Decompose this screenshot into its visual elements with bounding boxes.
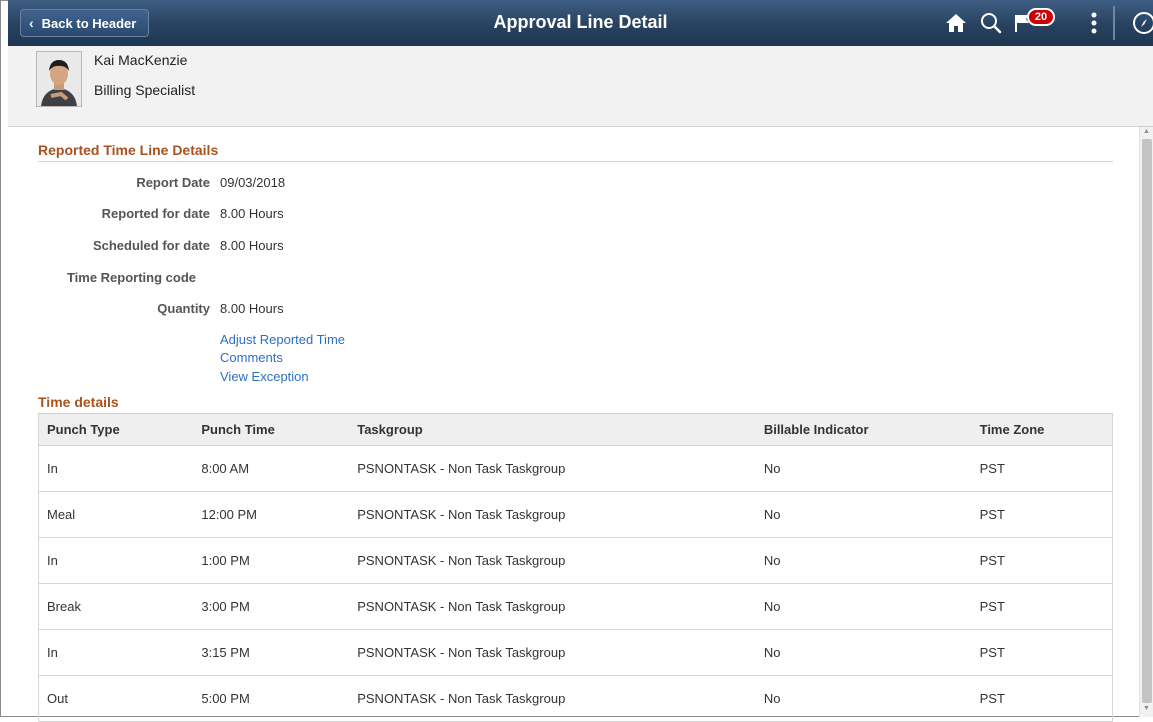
cell-billable-indicator: No bbox=[755, 629, 972, 676]
scheduled-for-date-value: 8.00 Hours bbox=[220, 238, 284, 253]
cell-time-zone: PST bbox=[971, 537, 1113, 584]
more-vertical-icon bbox=[1091, 12, 1097, 34]
cell-taskgroup: PSNONTASK - Non Task Taskgroup bbox=[349, 491, 756, 538]
column-header-time-zone[interactable]: Time Zone bbox=[971, 413, 1113, 446]
cell-time-zone: PST bbox=[971, 491, 1113, 538]
chevron-left-icon: ‹ bbox=[29, 15, 34, 31]
time-details-table: Punch Type Punch Time Taskgroup Billable… bbox=[38, 413, 1113, 722]
cell-billable-indicator: No bbox=[755, 537, 972, 584]
employee-name: Kai MacKenzie bbox=[94, 52, 188, 68]
reported-time-section-title: Reported Time Line Details bbox=[38, 142, 219, 158]
cell-punch-type: In bbox=[38, 629, 194, 676]
header-divider bbox=[1113, 6, 1115, 40]
view-exception-link[interactable]: View Exception bbox=[220, 369, 309, 384]
table-row: In 3:15 PM PSNONTASK - Non Task Taskgrou… bbox=[38, 629, 1113, 676]
header-bar: ‹ Back to Header Approval Line Detail 20 bbox=[8, 0, 1153, 47]
cell-billable-indicator: No bbox=[755, 445, 972, 492]
cell-punch-time: 3:15 PM bbox=[193, 629, 350, 676]
notification-count-badge: 20 bbox=[1027, 8, 1055, 26]
table-row: Break 3:00 PM PSNONTASK - Non Task Taskg… bbox=[38, 583, 1113, 630]
home-icon bbox=[946, 14, 966, 32]
cell-punch-time: 8:00 AM bbox=[193, 445, 350, 492]
search-icon bbox=[981, 13, 1002, 34]
cell-punch-type: In bbox=[38, 537, 194, 584]
column-header-billable-indicator[interactable]: Billable Indicator bbox=[755, 413, 972, 446]
back-to-header-button[interactable]: ‹ Back to Header bbox=[20, 9, 150, 37]
cell-punch-type: In bbox=[38, 445, 194, 492]
employee-info-bar: Kai MacKenzie Billing Specialist bbox=[8, 46, 1153, 127]
cell-taskgroup: PSNONTASK - Non Task Taskgroup bbox=[349, 675, 756, 722]
table-row: Meal 12:00 PM PSNONTASK - Non Task Taskg… bbox=[38, 491, 1113, 538]
reported-for-date-label: Reported for date bbox=[101, 206, 210, 221]
table-row: Out 5:00 PM PSNONTASK - Non Task Taskgro… bbox=[38, 675, 1113, 722]
search-button[interactable] bbox=[978, 10, 1004, 36]
comments-link[interactable]: Comments bbox=[220, 350, 283, 365]
scroll-up-arrow-icon[interactable]: ▲ bbox=[1143, 128, 1150, 135]
column-header-taskgroup[interactable]: Taskgroup bbox=[349, 413, 756, 446]
report-date-value: 09/03/2018 bbox=[220, 175, 286, 190]
cell-punch-time: 1:00 PM bbox=[193, 537, 350, 584]
table-header-row: Punch Type Punch Time Taskgroup Billable… bbox=[38, 413, 1113, 446]
cell-billable-indicator: No bbox=[755, 491, 972, 538]
cell-punch-type: Break bbox=[38, 583, 194, 630]
home-button[interactable] bbox=[943, 10, 969, 36]
cell-taskgroup: PSNONTASK - Non Task Taskgroup bbox=[349, 445, 756, 492]
time-reporting-code-label: Time Reporting code bbox=[66, 270, 196, 285]
scroll-down-arrow-icon[interactable]: ▼ bbox=[1143, 705, 1150, 712]
cell-time-zone: PST bbox=[971, 629, 1113, 676]
cell-punch-time: 5:00 PM bbox=[193, 675, 350, 722]
section-divider bbox=[38, 161, 1113, 162]
cell-billable-indicator: No bbox=[755, 675, 972, 722]
quantity-label: Quantity bbox=[157, 301, 210, 316]
employee-photo bbox=[36, 51, 82, 107]
scheduled-for-date-label: Scheduled for date bbox=[92, 238, 210, 253]
compass-icon bbox=[1141, 19, 1147, 27]
report-date-label: Report Date bbox=[136, 175, 210, 190]
time-details-section-title: Time details bbox=[38, 394, 119, 410]
employee-job-title: Billing Specialist bbox=[94, 82, 196, 98]
actions-menu-button[interactable] bbox=[1086, 10, 1102, 36]
navbar-button[interactable] bbox=[1133, 12, 1153, 34]
notifications-button[interactable]: 20 bbox=[1014, 8, 1055, 36]
cell-taskgroup: PSNONTASK - Non Task Taskgroup bbox=[349, 537, 756, 584]
cell-punch-type: Meal bbox=[38, 491, 194, 538]
reported-for-date-value: 8.00 Hours bbox=[220, 206, 284, 221]
back-button-label: Back to Header bbox=[41, 15, 137, 31]
quantity-value: 8.00 Hours bbox=[220, 301, 284, 316]
adjust-reported-time-link[interactable]: Adjust Reported Time bbox=[220, 332, 345, 347]
column-header-punch-time[interactable]: Punch Time bbox=[193, 413, 350, 446]
cell-punch-type: Out bbox=[38, 675, 194, 722]
column-header-punch-type[interactable]: Punch Type bbox=[38, 413, 194, 446]
person-photo-icon bbox=[37, 52, 81, 106]
cell-time-zone: PST bbox=[971, 445, 1113, 492]
table-row: In 1:00 PM PSNONTASK - Non Task Taskgrou… bbox=[38, 537, 1113, 584]
cell-billable-indicator: No bbox=[755, 583, 972, 630]
scrollbar-thumb[interactable] bbox=[1142, 139, 1152, 703]
cell-punch-time: 3:00 PM bbox=[193, 583, 350, 630]
cell-taskgroup: PSNONTASK - Non Task Taskgroup bbox=[349, 583, 756, 630]
cell-punch-time: 12:00 PM bbox=[193, 491, 350, 538]
cell-time-zone: PST bbox=[971, 583, 1113, 630]
table-row: In 8:00 AM PSNONTASK - Non Task Taskgrou… bbox=[38, 445, 1113, 492]
cell-taskgroup: PSNONTASK - Non Task Taskgroup bbox=[349, 629, 756, 676]
vertical-scrollbar[interactable]: ▲ ▼ bbox=[1139, 127, 1153, 717]
cell-time-zone: PST bbox=[971, 675, 1113, 722]
